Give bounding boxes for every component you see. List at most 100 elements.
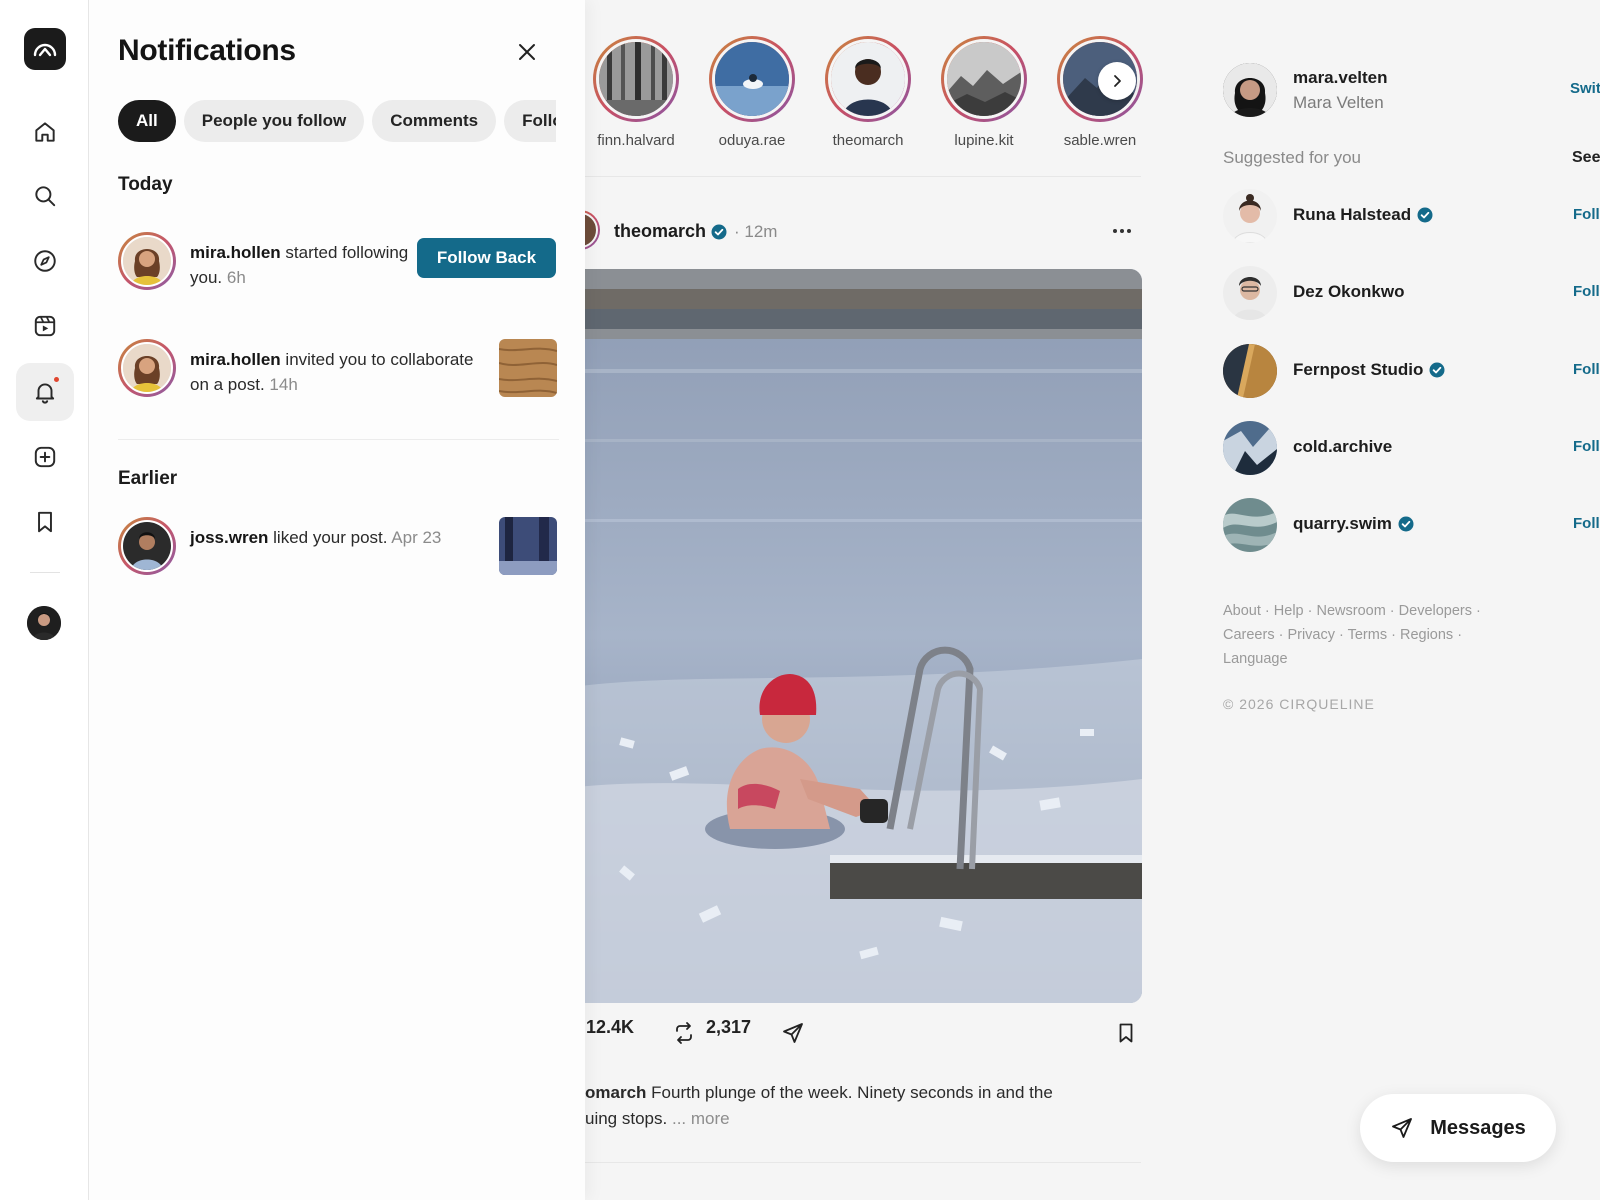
suggestion-name[interactable]: Dez Okonkwo [1293, 282, 1404, 302]
story-username: lupine.kit [954, 132, 1014, 149]
follow-button[interactable]: Follow [1573, 515, 1600, 532]
rail-notifications-button[interactable] [16, 363, 74, 421]
suggestion-row: Runa Halstead Follow [1223, 189, 1600, 243]
story-item[interactable]: lupine.kit [927, 36, 1041, 149]
suggestion-avatar[interactable] [1223, 266, 1277, 320]
story-ice-image [715, 42, 789, 116]
repost-count: 2,317 [706, 1017, 752, 1037]
save-post-icon[interactable] [1114, 1021, 1138, 1045]
rail-search-button[interactable] [16, 167, 74, 225]
rail-divider [30, 572, 60, 573]
repost-icon[interactable] [672, 1021, 696, 1045]
share-icon[interactable] [781, 1021, 805, 1045]
current-display-name: Mara Velten [1293, 93, 1384, 112]
notification-username[interactable]: mira.hollen [190, 243, 281, 262]
suggestion-name[interactable]: quarry.swim [1293, 514, 1414, 534]
avatar-image [123, 237, 171, 285]
rail-reels-button[interactable] [16, 297, 74, 355]
close-button[interactable] [513, 38, 541, 66]
story-forest-image [599, 42, 673, 116]
follow-button[interactable]: Follow [1573, 438, 1600, 455]
more-options-icon[interactable] [1112, 228, 1132, 234]
footer-links-line-1[interactable]: About · Help · Newsroom · Developers · [1223, 599, 1523, 623]
suggestion-avatar[interactable] [1223, 421, 1277, 475]
notification-text: mira.hollen invited you to collaborate o… [190, 347, 480, 397]
stories-row: finn.halvard oduya.rae theomarch lupine.… [585, 36, 1145, 156]
footer-links-line-2[interactable]: Careers · Privacy · Terms · Regions · [1223, 623, 1523, 647]
current-user-avatar[interactable] [1223, 63, 1277, 117]
notification-avatar[interactable] [118, 517, 176, 575]
filter-follows[interactable]: Follows [504, 100, 556, 142]
notification-text: joss.wren liked your post. Apr 23 [190, 525, 490, 550]
suggestion-name[interactable]: cold.archive [1293, 437, 1392, 457]
caption-username[interactable]: omarch [585, 1083, 646, 1102]
bookmark-icon [38, 511, 52, 533]
story-item[interactable]: sable.wren [1043, 36, 1157, 149]
suggestion-avatar[interactable] [1223, 344, 1277, 398]
feed-divider-bottom [585, 1162, 1141, 1163]
app-logo[interactable] [24, 28, 66, 70]
notification-text: mira.hollen started following you. 6h [190, 240, 410, 290]
post-thumbnail[interactable] [499, 517, 557, 575]
suggestion-name-text: Fernpost Studio [1293, 360, 1424, 379]
messages-label: Messages [1430, 1116, 1526, 1139]
profile-avatar-image [27, 606, 61, 640]
story-username: sable.wren [1063, 132, 1137, 149]
suggestion-name-text: quarry.swim [1293, 514, 1392, 533]
follow-button[interactable]: Follow [1573, 361, 1600, 378]
rail-create-button[interactable] [16, 428, 74, 486]
like-count[interactable]: 12.4K [586, 1017, 634, 1038]
notification-username[interactable]: mira.hollen [190, 350, 281, 369]
suggestion-avatar[interactable] [1223, 498, 1277, 552]
story-item[interactable]: finn.halvard [579, 36, 693, 149]
notification-avatar[interactable] [118, 339, 176, 397]
switch-account-link[interactable]: Switch [1570, 80, 1600, 97]
compass-icon [34, 250, 56, 272]
story-username: theomarch [832, 132, 904, 149]
story-item[interactable]: oduya.rae [695, 36, 809, 149]
footer-links: About · Help · Newsroom · Developers · C… [1223, 599, 1523, 671]
current-username[interactable]: mara.velten [1293, 68, 1388, 88]
caption-more-link[interactable]: ... more [672, 1109, 730, 1128]
verified-icon [711, 224, 727, 240]
filter-all[interactable]: All [118, 100, 176, 142]
post-image[interactable] [560, 269, 1142, 1003]
filter-comments[interactable]: Comments [372, 100, 497, 142]
filter-people-you-follow[interactable]: People you follow [183, 100, 365, 142]
post-thumbnail[interactable] [499, 339, 557, 397]
suggestion-name-text: cold.archive [1293, 437, 1393, 456]
post-username[interactable]: theomarch [614, 221, 706, 242]
suggestion-name[interactable]: Fernpost Studio [1293, 360, 1445, 380]
footer-links-line-3[interactable]: Language [1223, 647, 1523, 671]
rail-home-button[interactable] [16, 103, 74, 161]
notifications-panel: Notifications All People you follow Commen… [89, 0, 585, 1200]
post-time-value: 12m [744, 222, 778, 241]
stories-next-button[interactable] [1098, 62, 1136, 100]
story-username: finn.halvard [597, 132, 675, 149]
story-item[interactable]: theomarch [811, 36, 925, 149]
follow-button[interactable]: Follow [1573, 206, 1600, 223]
follow-back-button[interactable]: Follow Back [417, 238, 556, 278]
rail-saved-button[interactable] [16, 493, 74, 551]
see-all-link[interactable]: See All [1572, 149, 1600, 167]
suggested-heading: Suggested for you [1223, 148, 1361, 167]
notification-avatar[interactable] [118, 232, 176, 290]
close-icon [519, 44, 535, 60]
suggestion-avatar[interactable] [1223, 189, 1277, 243]
notification-dot [54, 377, 59, 382]
logo-icon [33, 43, 57, 57]
messages-button[interactable]: Messages [1360, 1094, 1556, 1162]
follow-button[interactable]: Follow [1573, 283, 1600, 300]
section-earlier: Earlier [118, 468, 178, 489]
post-caption: omarch Fourth plunge of the week. Ninety… [585, 1080, 1130, 1132]
suggestion-name-text: Runa Halstead [1293, 205, 1412, 224]
suggestion-name[interactable]: Runa Halstead [1293, 205, 1433, 225]
current-user-avatar-image [1223, 63, 1277, 117]
notification-username[interactable]: joss.wren [190, 528, 268, 547]
suggestion-row: Fernpost Studio Follow [1223, 344, 1600, 398]
verified-icon [1398, 516, 1414, 532]
home-icon [35, 122, 55, 142]
avatar-image [123, 522, 171, 570]
profile-avatar[interactable] [27, 606, 61, 640]
rail-explore-button[interactable] [16, 232, 74, 290]
